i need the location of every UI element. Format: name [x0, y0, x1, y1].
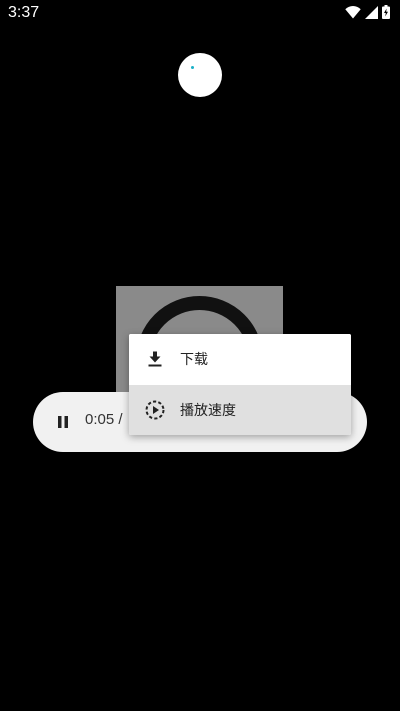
battery-charging-icon [382, 5, 390, 19]
wifi-icon [345, 5, 361, 19]
menu-item-download[interactable]: 下载 [129, 334, 351, 384]
screen: 3:37 0:05 / 下载 播放速度 [0, 0, 400, 711]
menu-item-playback-speed[interactable]: 播放速度 [129, 385, 351, 435]
status-icons [345, 5, 390, 19]
playback-speed-icon [143, 398, 167, 422]
menu-item-label: 下载 [180, 352, 208, 368]
loading-dot [191, 66, 194, 69]
overflow-menu: 下载 播放速度 [129, 334, 351, 435]
pause-icon [58, 416, 68, 428]
pause-button[interactable] [51, 410, 75, 434]
playback-time: 0:05 / [85, 411, 123, 428]
loading-indicator [178, 53, 222, 97]
status-time: 3:37 [8, 4, 40, 21]
menu-item-label: 播放速度 [180, 403, 236, 419]
download-icon [143, 347, 167, 371]
signal-icon [365, 5, 378, 19]
status-bar: 3:37 [0, 0, 400, 28]
